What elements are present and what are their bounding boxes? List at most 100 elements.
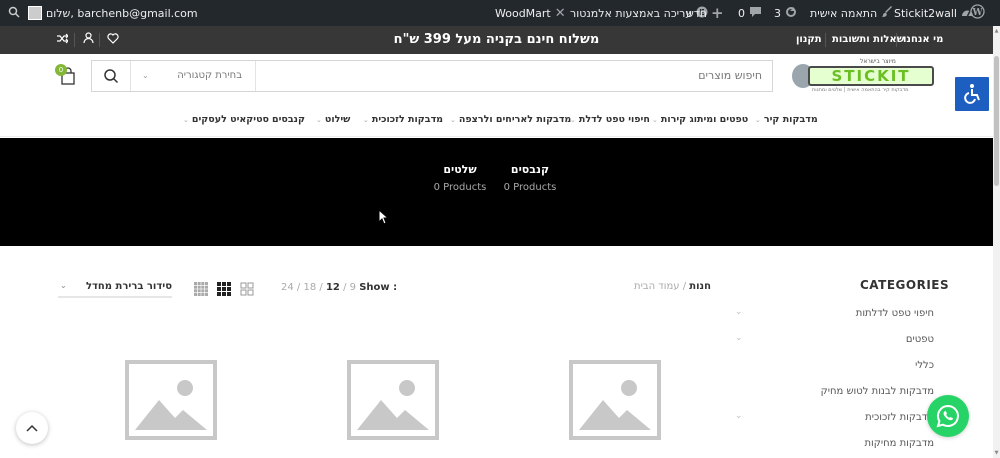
icon-divider xyxy=(74,33,75,47)
top-link-about[interactable]: מי אנחנו xyxy=(903,26,943,54)
whatsapp-button[interactable] xyxy=(927,395,969,437)
menu-item-tile-stickers[interactable]: ⌄ מדבקות לאריחים ולרצפה xyxy=(450,108,571,132)
woodmart-label: WoodMart xyxy=(495,6,551,20)
banner-category-name: קנבסים xyxy=(510,163,550,176)
scroll-up-icon[interactable]: ▲ xyxy=(993,28,1000,34)
icon-divider xyxy=(99,33,100,47)
menu-item-label: חיפוי טפט לדלת xyxy=(578,114,650,125)
per-page-option[interactable]: 9 xyxy=(350,282,356,293)
site-logo[interactable]: מיוצר בישראל STICKIT מדבקות קיר בהתאמה א… xyxy=(790,58,935,96)
chevron-down-icon: ⌄ xyxy=(60,281,67,290)
menu-item-door-wrap[interactable]: ⌄ חיפוי טפט לדלת xyxy=(570,108,650,132)
category-item[interactable]: מדבקות לבנות לטוש מחיק xyxy=(821,386,934,397)
search-divider xyxy=(130,61,131,91)
brush-icon xyxy=(881,5,893,21)
banner-category-count: 0 Products xyxy=(503,182,557,193)
chevron-down-icon: ⌄ xyxy=(316,116,322,124)
user-icon[interactable] xyxy=(78,26,98,54)
admin-wp-logo[interactable]: W xyxy=(970,0,985,26)
menu-item-label: שילוט xyxy=(324,114,351,125)
banner-category-signs[interactable]: שלטים 0 Products xyxy=(430,163,490,193)
admin-search[interactable] xyxy=(8,0,20,26)
compare-shuffle-icon[interactable] xyxy=(52,26,72,54)
logo-text: STICKIT xyxy=(808,66,934,86)
menu-item-glass-stickers[interactable]: ⌄ מדבקות לזכוכית xyxy=(363,108,443,132)
search-button[interactable] xyxy=(92,61,130,91)
page-scrollbar[interactable]: ▲ ▼ xyxy=(993,26,1000,458)
admin-site-name[interactable]: Stickit2wall xyxy=(894,0,974,26)
search-input[interactable]: חיפוש מוצרים xyxy=(698,61,762,91)
category-item[interactable]: חיפוי טפט לדלתות xyxy=(856,308,934,319)
comment-icon xyxy=(749,6,762,21)
per-page-option-selected[interactable]: 12 xyxy=(326,282,340,293)
edit-elementor-label: עריכה באמצעות אלמנטור xyxy=(570,6,693,20)
category-item[interactable]: מדבקות מחיקות xyxy=(864,438,934,449)
product-image-placeholder[interactable] xyxy=(347,360,439,440)
plus-icon: + xyxy=(711,3,724,22)
updates-count: 3 xyxy=(774,6,781,20)
menu-item-label: קנבסים xyxy=(272,114,305,125)
sort-select-label: סידור ברירת מחדל xyxy=(86,281,172,292)
top-link-faq[interactable]: שאלות ותשובות xyxy=(832,26,904,54)
menu-item-signage[interactable]: ⌄ שילוט xyxy=(316,108,350,132)
chevron-up-icon xyxy=(26,424,38,432)
grid-2-columns-icon[interactable] xyxy=(240,281,254,296)
chevron-down-icon: ⌄ xyxy=(755,116,761,124)
menu-item-canvases[interactable]: קנבסים xyxy=(272,108,305,132)
category-item[interactable]: טפטים xyxy=(906,334,934,345)
admin-new[interactable]: חדש + xyxy=(686,0,724,26)
category-banner: קנבסים 0 Products שלטים 0 Products xyxy=(0,138,993,246)
per-page-option[interactable]: 18 xyxy=(303,282,316,293)
category-item[interactable]: כללי xyxy=(915,360,934,371)
chevron-down-icon[interactable]: ⌄ xyxy=(735,411,743,421)
main-menu: ⌄ מדבקות קיר ⌄ טפטים ומיתוג קירות ⌄ חיפוי ט… xyxy=(0,108,993,132)
admin-updates[interactable]: 3 xyxy=(774,0,797,26)
customize-label: התאמה אישית xyxy=(810,6,878,20)
menu-item-label: טפטים ומיתוג קירות xyxy=(660,114,749,125)
comments-count: 0 xyxy=(738,6,745,20)
admin-woodmart[interactable]: WoodMart ✕ xyxy=(495,0,566,26)
top-bar: משלוח חינם בקניה מעל 399 ש"ח מי אנחנו שא… xyxy=(0,26,993,54)
refresh-icon xyxy=(785,6,797,21)
cart-button[interactable]: 0 xyxy=(55,64,77,86)
search-form: חיפוש מוצרים בחירת קטגוריה ⌄ xyxy=(91,60,773,92)
grid-3-columns-icon[interactable] xyxy=(217,281,231,296)
sidebar-title: CATEGORIES xyxy=(860,278,950,292)
admin-customize[interactable]: התאמה אישית xyxy=(810,0,893,26)
per-page-selector: 24 / 18 / 12 / 9 Show : xyxy=(281,282,397,293)
chevron-down-icon[interactable]: ⌄ xyxy=(735,307,743,317)
sort-select[interactable]: סידור ברירת מחדל ⌄ xyxy=(58,278,172,298)
wp-admin-bar: שלום, barchenb@gmail.com WoodMart ✕ עריכ… xyxy=(0,0,1000,26)
grid-4-columns-icon[interactable] xyxy=(194,281,208,296)
menu-item-label: מדבקות לאריחים ולרצפה xyxy=(458,114,572,125)
product-image-placeholder[interactable] xyxy=(125,360,217,440)
heart-icon[interactable] xyxy=(103,26,123,54)
breadcrumb-current: חנות xyxy=(689,281,711,292)
admin-account[interactable]: שלום, barchenb@gmail.com xyxy=(28,0,198,26)
admin-greeting: שלום, barchenb@gmail.com xyxy=(46,6,198,20)
category-select[interactable]: בחירת קטגוריה ⌄ xyxy=(132,61,254,91)
menu-item-wall-stickers[interactable]: ⌄ מדבקות קיר xyxy=(755,108,818,132)
chevron-down-icon[interactable]: ⌄ xyxy=(735,333,743,343)
menu-item-wallpapers[interactable]: ⌄ טפטים ומיתוג קירות xyxy=(652,108,748,132)
category-select-label: בחירת קטגוריה xyxy=(177,70,242,81)
scrollbar-thumb[interactable] xyxy=(994,56,999,186)
chevron-down-icon: ⌄ xyxy=(450,116,456,124)
category-item[interactable]: מדבקות לזכוכית xyxy=(865,412,934,423)
per-page-option[interactable]: 24 xyxy=(281,282,294,293)
banner-category-canvases[interactable]: קנבסים 0 Products xyxy=(500,163,560,193)
scroll-to-top-button[interactable] xyxy=(16,412,48,444)
image-placeholder-icon xyxy=(569,360,661,440)
breadcrumb-home[interactable]: עמוד הבית xyxy=(634,281,680,292)
scroll-down-icon[interactable]: ▼ xyxy=(993,450,1000,456)
whatsapp-icon xyxy=(936,404,959,428)
avatar xyxy=(28,6,42,20)
logo-small-text: מיוצר בישראל xyxy=(860,58,896,65)
new-label: חדש xyxy=(686,6,707,20)
product-image-placeholder[interactable] xyxy=(569,360,661,440)
menu-item-business[interactable]: ⌄ סטיקאיט לעסקים xyxy=(183,108,269,132)
svg-text:W: W xyxy=(971,8,983,18)
search-icon xyxy=(8,6,20,21)
admin-comments[interactable]: 0 xyxy=(738,0,762,26)
top-link-terms[interactable]: תקנון xyxy=(796,26,822,54)
